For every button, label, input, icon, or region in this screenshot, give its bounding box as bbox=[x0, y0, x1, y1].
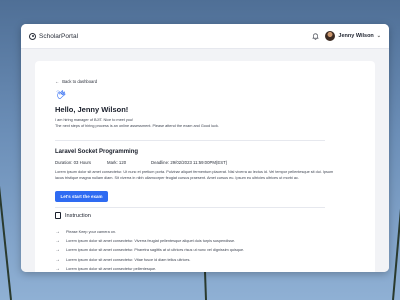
instruction-list: → Please Keep your camera on. → Lorem ipsu… bbox=[55, 227, 335, 272]
waving-hand-icon bbox=[56, 90, 66, 100]
instruction-text: Lorem ipsum dolor sit amet consectetur. … bbox=[66, 248, 245, 253]
palm-trunk-right bbox=[392, 150, 400, 300]
back-link[interactable]: ← Back to dashboard bbox=[55, 79, 97, 84]
arrow-right-icon: → bbox=[55, 265, 60, 272]
brand[interactable]: ScholarPortal bbox=[29, 32, 79, 40]
back-link-label: Back to dashboard bbox=[62, 79, 98, 84]
list-item: → Lorem ipsum dolor sit amet consectetur.… bbox=[55, 255, 335, 264]
instruction-title: Instruction bbox=[65, 212, 91, 219]
arrow-right-icon: → bbox=[55, 237, 60, 244]
instruction-text: Lorem ipsum dolor sit amet consectetur. … bbox=[66, 257, 191, 262]
arrow-left-icon: ← bbox=[55, 79, 60, 84]
list-item: → Please Keep your camera on. bbox=[55, 227, 335, 236]
exam-card: ← Back to dashboard Hello, Jenny Wilson!… bbox=[35, 61, 375, 272]
avatar bbox=[325, 31, 336, 41]
book-icon bbox=[55, 212, 61, 219]
list-item: → Lorem ipsum dolor sit amet consectetur.… bbox=[55, 236, 335, 245]
brand-name: ScholarPortal bbox=[39, 32, 79, 40]
arrow-right-icon: → bbox=[55, 256, 60, 263]
main-content: ← Back to dashboard Hello, Jenny Wilson!… bbox=[21, 49, 389, 272]
instruction-text: Please Keep your camera on. bbox=[66, 229, 117, 234]
instruction-header: Instruction bbox=[55, 212, 91, 219]
divider bbox=[55, 207, 325, 208]
user-menu[interactable]: Jenny Wilson ⌄ bbox=[325, 31, 381, 41]
exam-mark: Mark: 120 bbox=[107, 160, 127, 165]
exam-title: Laravel Socket Programming bbox=[55, 149, 139, 155]
palm-trunk-center bbox=[204, 271, 207, 300]
exam-deadline: Deadline: 29/02/2023 11:59:00PM(EST) bbox=[151, 160, 228, 165]
instruction-text: Lorem ipsum dolor sit amet consectetur p… bbox=[66, 266, 157, 271]
app-window: ScholarPortal Jenny Wilson ⌄ ← Back to d… bbox=[21, 24, 389, 272]
start-exam-button[interactable]: Let's start the exam bbox=[55, 191, 108, 202]
exam-meta: Duration: 03 Hours Mark: 120 Deadline: 2… bbox=[55, 160, 227, 165]
user-name: Jenny Wilson bbox=[338, 33, 374, 39]
palm-trunk-left bbox=[0, 160, 12, 300]
header-actions: Jenny Wilson ⌄ bbox=[312, 31, 381, 41]
top-bar: ScholarPortal Jenny Wilson ⌄ bbox=[21, 24, 389, 49]
arrow-right-icon: → bbox=[55, 228, 60, 235]
logo-icon bbox=[29, 32, 36, 40]
exam-description: Lorem ipsum dolor sit amet consectetur. … bbox=[55, 170, 334, 180]
greeting-title: Hello, Jenny Wilson! bbox=[55, 105, 129, 114]
greeting-line-2: The next steps of hiring process is an o… bbox=[55, 123, 219, 128]
list-item: → Lorem ipsum dolor sit amet consectetur.… bbox=[55, 246, 335, 255]
instruction-text: Lorem ipsum dolor sit amet consectetur. … bbox=[66, 238, 236, 243]
greeting-text: I am hiring manager of BJIT. Nice to mee… bbox=[55, 118, 305, 129]
chevron-down-icon: ⌄ bbox=[376, 33, 381, 39]
divider bbox=[55, 140, 325, 141]
list-item: → Lorem ipsum dolor sit amet consectetur … bbox=[55, 264, 335, 272]
bell-icon[interactable] bbox=[312, 33, 320, 40]
arrow-right-icon: → bbox=[55, 247, 60, 254]
exam-duration: Duration: 03 Hours bbox=[55, 160, 92, 165]
